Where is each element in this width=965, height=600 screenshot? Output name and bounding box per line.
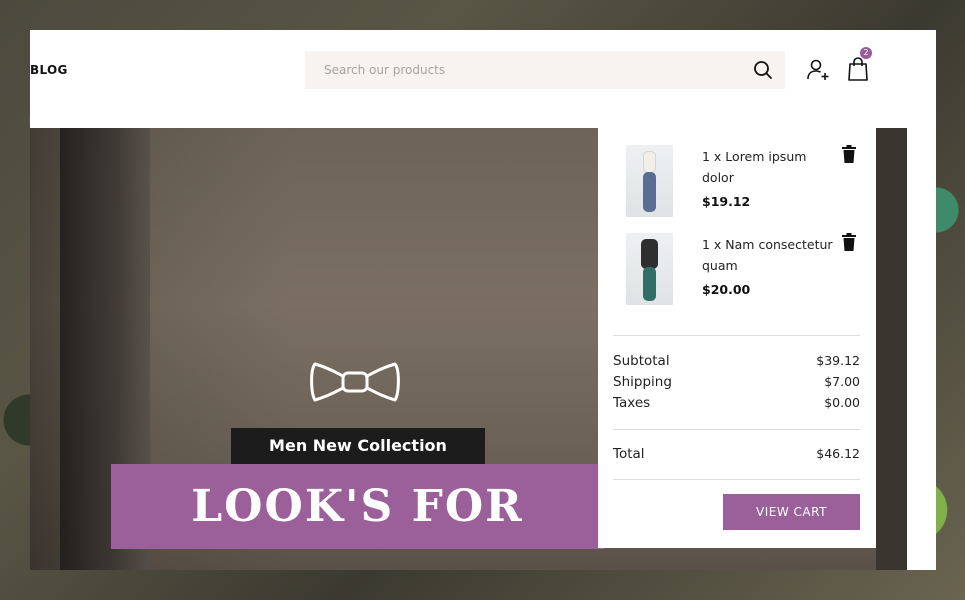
taxes-value: $0.00 (824, 395, 860, 410)
page: BLOG 2 (30, 30, 936, 570)
trash-icon[interactable] (842, 233, 856, 251)
product-figure-jacket (641, 239, 658, 269)
divider (613, 479, 860, 480)
user-add-icon[interactable] (806, 58, 830, 82)
product-thumbnail[interactable] (626, 233, 673, 305)
cart-item: 1 x Nam consectetur quam $20.00 (626, 233, 866, 309)
cart-count-badge: 2 (860, 47, 872, 59)
product-figure-pants (643, 267, 656, 301)
total-value: $46.12 (816, 446, 860, 461)
product-figure-top (643, 151, 656, 173)
cart-item-name[interactable]: 1 x Nam consectetur quam (702, 234, 840, 276)
cart-dropdown: 1 x Lorem ipsum dolor $19.12 1 x Nam con… (598, 128, 876, 548)
shipping-row: Shipping $7.00 (613, 374, 860, 390)
subtotal-value: $39.12 (816, 353, 860, 368)
subtotal-label: Subtotal (613, 353, 670, 369)
cart-item: 1 x Lorem ipsum dolor $19.12 (626, 145, 866, 221)
taxes-row: Taxes $0.00 (613, 395, 860, 411)
search-icon (754, 61, 772, 79)
total-row: Total $46.12 (613, 446, 860, 462)
cart-item-price: $20.00 (702, 282, 751, 297)
divider (613, 335, 860, 336)
nav-blog-link[interactable]: BLOG (30, 63, 68, 77)
product-figure-jeans (643, 172, 656, 212)
shopping-bag-icon[interactable] (846, 56, 870, 82)
view-cart-button[interactable]: VIEW CART (723, 494, 860, 530)
search-input[interactable] (305, 51, 741, 89)
collection-label[interactable]: Men New Collection (231, 428, 485, 464)
cart-item-price: $19.12 (702, 194, 751, 209)
subtotal-row: Subtotal $39.12 (613, 353, 860, 369)
product-thumbnail[interactable] (626, 145, 673, 217)
trash-icon[interactable] (842, 145, 856, 163)
total-label: Total (613, 446, 645, 462)
taxes-label: Taxes (613, 395, 651, 411)
search-bar (305, 51, 785, 89)
bow-tie-icon (310, 362, 400, 402)
hero-headline: LOOK'S FOR STYLE (111, 464, 604, 570)
shipping-label: Shipping (613, 374, 672, 390)
header: BLOG 2 (30, 30, 936, 128)
shipping-value: $7.00 (824, 374, 860, 389)
search-button[interactable] (741, 51, 785, 89)
cart-item-name[interactable]: 1 x Lorem ipsum dolor (702, 146, 840, 188)
divider (613, 429, 860, 430)
hero-background-strip (876, 128, 907, 570)
